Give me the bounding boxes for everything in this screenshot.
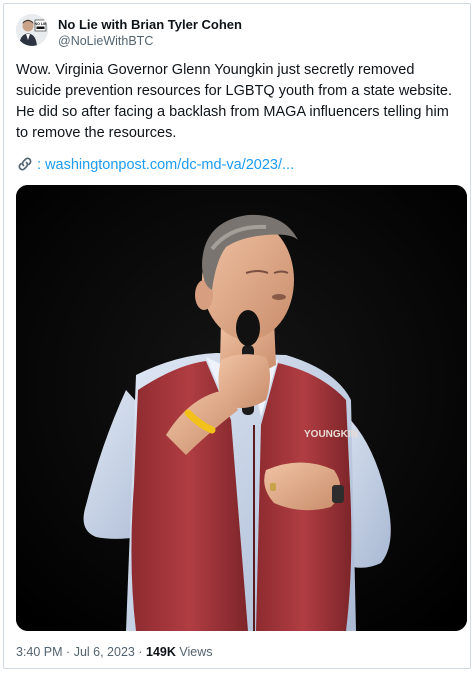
author-name[interactable]: No Lie with Brian Tyler Cohen xyxy=(58,17,242,32)
avatar-image: NO LIE xyxy=(16,14,48,46)
tweet-text: Wow. Virginia Governor Glenn Youngkin ju… xyxy=(16,62,457,141)
views-label: Views xyxy=(179,645,213,659)
photo-speaker-illustration: YOUNGKIN xyxy=(16,185,467,631)
tweet-date[interactable]: Jul 6, 2023 xyxy=(74,645,135,659)
link-icon xyxy=(16,156,34,179)
tweet-link-row: : washingtonpost.com/dc-md-va/2023/... xyxy=(16,155,294,179)
vest-text: YOUNGKIN xyxy=(304,429,358,440)
avatar[interactable]: NO LIE xyxy=(16,14,48,46)
link-prefix: : xyxy=(37,157,42,173)
views-count: 149K xyxy=(146,645,176,659)
tweet-card: NO LIE No Lie with Brian Tyler Cohen @No… xyxy=(3,3,471,669)
author-handle[interactable]: @NoLieWithBTC xyxy=(58,34,153,48)
meta-separator-2: · xyxy=(138,645,143,659)
tweet-image[interactable]: YOUNGKIN xyxy=(16,185,467,631)
tweet-header: NO LIE No Lie with Brian Tyler Cohen @No… xyxy=(16,14,456,52)
tweet-time[interactable]: 3:40 PM xyxy=(16,645,63,659)
meta-separator: · xyxy=(66,645,71,659)
tweet-link[interactable]: washingtonpost.com/dc-md-va/2023/... xyxy=(45,157,294,173)
avatar-badge: NO LIE xyxy=(35,22,48,26)
tweet-meta: 3:40 PM · Jul 6, 2023 · 149K Views xyxy=(16,645,213,659)
